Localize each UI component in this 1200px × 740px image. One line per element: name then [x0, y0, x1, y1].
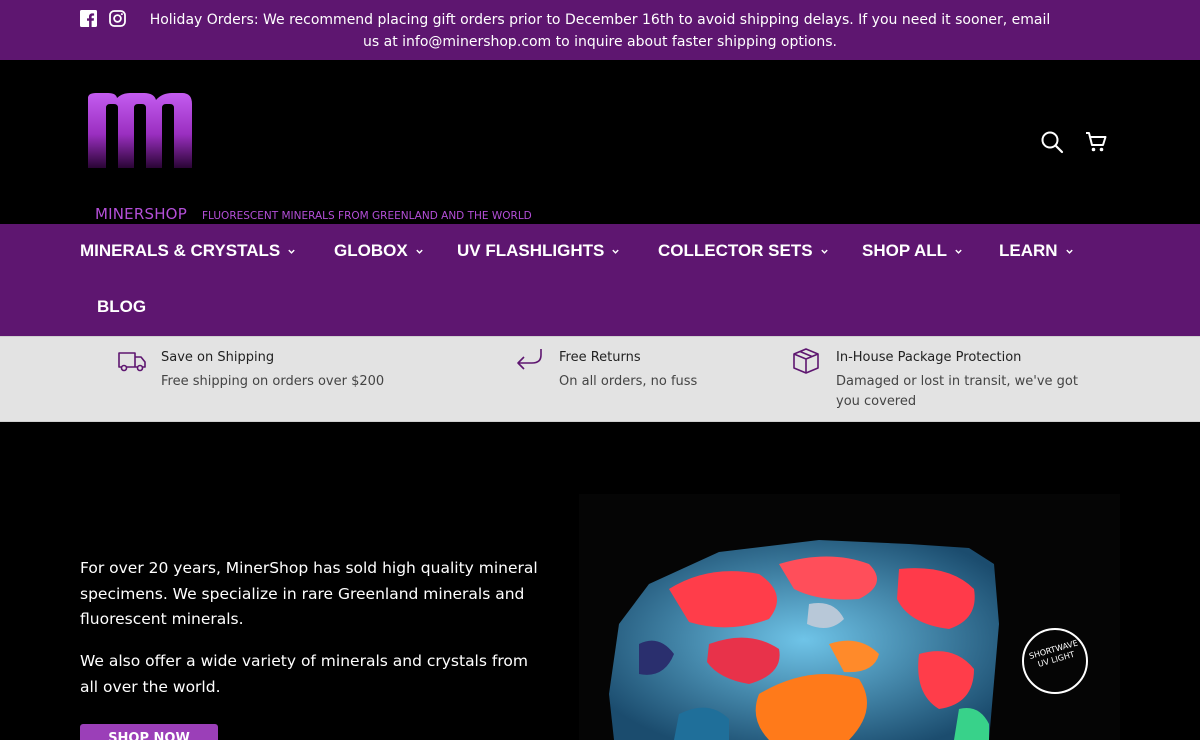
chevron-down-icon [1065, 249, 1073, 254]
uv-light-badge: SHORTWAVE UV LIGHT [1022, 628, 1088, 694]
return-arrow-icon [514, 347, 544, 377]
shop-now-button[interactable]: SHOP NOW [80, 724, 218, 740]
feature-desc: Free shipping on orders over $200 [161, 374, 385, 389]
header-actions [1040, 130, 1108, 154]
feature-desc: On all orders, no fuss [559, 374, 698, 389]
package-box-icon [792, 347, 822, 377]
features-bar: Save on Shipping Free shipping on orders… [0, 336, 1200, 422]
chevron-down-icon [955, 249, 962, 254]
nav-item-label: GLOBOX [334, 241, 408, 260]
chevron-down-icon [288, 249, 295, 254]
nav-item-learn[interactable]: LEARN [999, 238, 1074, 264]
facebook-icon[interactable] [80, 10, 97, 27]
hero-mineral-image: SHORTWAVE UV LIGHT [579, 494, 1120, 740]
logo-mark [88, 93, 192, 168]
nav-item-label: MINERALS & CRYSTALS [80, 241, 281, 260]
nav-item-uv-flashlights[interactable]: UV FLASHLIGHTS [457, 238, 620, 264]
nav-item-blog[interactable]: BLOG [97, 294, 146, 320]
search-icon[interactable] [1040, 130, 1064, 154]
truck-icon [118, 347, 148, 377]
logo[interactable]: MINERSHOP FLUORESCENT MINERALS FROM GREE… [86, 90, 556, 223]
main-nav: MINERALS & CRYSTALS GLOBOX UV FLASHLIGHT… [0, 224, 1200, 336]
logo-tagline: FLUORESCENT MINERALS FROM GREENLAND AND … [202, 210, 532, 222]
site-header: MINERSHOP FLUORESCENT MINERALS FROM GREE… [0, 60, 1200, 224]
fluorescent-mineral-image [609, 540, 999, 740]
nav-item-minerals-crystals[interactable]: MINERALS & CRYSTALS [80, 238, 296, 264]
nav-item-label: UV FLASHLIGHTS [457, 241, 605, 260]
nav-item-label: COLLECTOR SETS [658, 241, 813, 260]
hero-paragraph: We also offer a wide variety of minerals… [80, 652, 528, 696]
nav-item-label: LEARN [999, 241, 1058, 260]
nav-item-label: BLOG [97, 297, 147, 316]
hero-section: For over 20 years, MinerShop has sold hi… [0, 422, 1200, 740]
feature-title: Save on Shipping [161, 350, 275, 365]
cart-icon[interactable] [1084, 130, 1108, 154]
announcement-bar: Holiday Orders: We recommend placing gif… [0, 0, 1200, 60]
nav-item-shop-all[interactable]: SHOP ALL [862, 238, 963, 264]
feature-title: In-House Package Protection [836, 350, 1022, 365]
nav-item-label: SHOP ALL [862, 241, 948, 260]
chevron-down-icon [415, 249, 423, 254]
hero-paragraph: For over 20 years, MinerShop has sold hi… [80, 559, 538, 628]
social-links [80, 10, 126, 27]
uv-badge-text: SHORTWAVE UV LIGHT [1028, 638, 1079, 669]
feature-desc: Damaged or lost in transit, we've got yo… [836, 374, 1078, 409]
chevron-down-icon [612, 249, 620, 254]
nav-item-collector-sets[interactable]: COLLECTOR SETS [658, 238, 829, 264]
logo-brand: MINERSHOP [95, 205, 187, 223]
feature-title: Free Returns [559, 350, 641, 365]
instagram-icon[interactable] [109, 10, 126, 27]
nav-item-globox[interactable]: GLOBOX [334, 238, 424, 264]
chevron-down-icon [820, 249, 828, 254]
announcement-text: Holiday Orders: We recommend placing gif… [149, 12, 1051, 50]
